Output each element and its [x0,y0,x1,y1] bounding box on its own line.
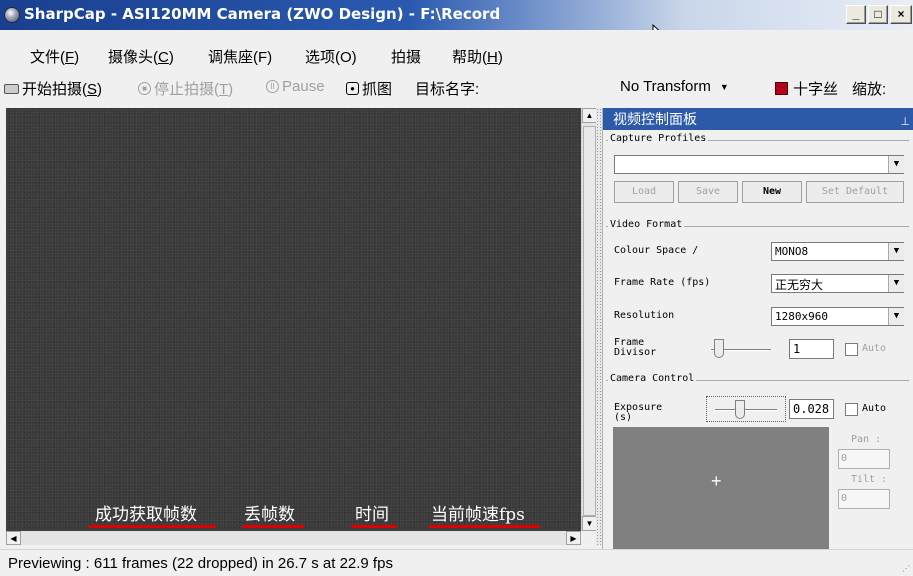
tilt-input[interactable]: 0 [838,489,890,509]
frame-divisor-input[interactable]: 1 [789,339,834,359]
exposure-auto-checkbox[interactable] [845,403,858,416]
toolbar: 开始拍摄(S) ■ 停止拍摄(T) II Pause ● 抓图 目标名字: No… [0,70,913,104]
menu-help[interactable]: 帮助(H) [452,46,503,67]
chevron-down-icon: ▼ [888,308,904,325]
camera-preview[interactable]: 成功获取帧数 丢帧数 时间 当前帧速fps [6,108,581,531]
video-camera-icon [4,83,19,94]
exposure-slider[interactable] [706,396,786,422]
stop-capture-button[interactable]: ■ 停止拍摄(T) [138,78,233,99]
current-fps-annotation: 当前帧速fps [431,505,525,525]
annotation-underline [89,525,216,528]
annotation-underline [351,525,397,528]
capture-profiles-group: Capture Profiles ▼ Load Save New Set Def… [606,133,909,212]
dropped-frames-annotation: 丢帧数 [244,505,295,525]
scroll-down-icon[interactable]: ▼ [582,516,597,531]
colour-space-label: Colour Space / [614,245,699,256]
preview-horizontal-scrollbar[interactable]: ◀ ▶ [6,531,581,545]
status-text: Previewing : 611 frames (22 dropped) in … [8,555,393,572]
frames-captured-annotation: 成功获取帧数 [95,505,197,525]
maximize-button[interactable]: □ [868,5,888,24]
sharpcap-app-icon[interactable] [4,7,20,23]
pan-label: Pan : [851,434,882,445]
frame-divisor-auto-checkbox[interactable] [845,343,858,356]
load-profile-button[interactable]: Load [614,181,674,203]
status-bar: Previewing : 611 frames (22 dropped) in … [0,549,913,576]
close-button[interactable]: × [890,5,912,24]
video-control-panel: 视频控制面板 ⊥ Capture Profiles ▼ Load Save Ne… [602,108,913,549]
crosshair-color-icon [775,82,788,95]
resize-grip-icon[interactable]: ⋰ [902,564,910,573]
menu-capture[interactable]: 拍摄 [391,46,421,67]
chevron-down-icon: ▼ [888,243,904,260]
capture-profile-select[interactable]: ▼ [614,155,904,174]
time-annotation: 时间 [355,505,389,525]
exposure-auto-label: Auto [862,403,887,414]
new-profile-button[interactable]: New [742,181,802,203]
target-name-label: 目标名字: [415,81,480,98]
pan-input[interactable]: 0 [838,449,890,469]
scroll-right-icon[interactable]: ▶ [566,531,581,545]
crosshair-button[interactable]: 十字丝 [775,78,838,99]
minimize-button[interactable]: _ [846,5,866,24]
menu-camera[interactable]: 摄像头(C) [108,46,174,67]
crosshair-plus-icon: + [711,471,722,491]
chevron-down-icon: ▼ [888,156,904,173]
frame-rate-label: Frame Rate (fps) [614,277,711,288]
start-capture-button[interactable]: 开始拍摄(S) [4,78,102,99]
scrollbar-thumb[interactable] [583,126,596,516]
exposure-slider-track[interactable] [715,409,777,411]
resolution-label: Resolution [614,310,675,321]
chevron-down-icon: ▼ [888,275,904,292]
preview-vertical-scrollbar[interactable]: ▲ ▼ [581,108,597,531]
annotation-underline [242,525,304,528]
stop-icon: ■ [138,82,151,95]
pause-button[interactable]: II Pause [266,78,325,95]
frame-divisor-auto-label: Auto [862,343,887,354]
dropdown-arrow-icon: ▼ [719,81,729,92]
annotation-underline [429,525,540,528]
pin-icon[interactable]: ⊥ [900,111,910,133]
frame-divisor-label: Frame Divisor [614,337,657,358]
zoom-label: 缩放: [852,81,887,98]
frame-rate-select[interactable]: 正无穷大 ▼ [771,274,904,293]
camera-icon: ● [346,82,359,95]
video-format-group: Video Format Colour Space / MONO8 ▼ Fram… [606,219,909,374]
title-bar[interactable]: SharpCap - ASI120MM Camera (ZWO Design) … [0,0,913,30]
capture-profiles-title: Capture Profiles [608,133,709,144]
menu-options[interactable]: 选项(O) [305,46,357,67]
scroll-up-icon[interactable]: ▲ [582,108,597,123]
menu-file[interactable]: 文件(F) [30,46,79,67]
menu-bar: 文件(F) 摄像头(C) 调焦座(F) 选项(O) 拍摄 帮助(H) [0,30,913,70]
menu-focuser[interactable]: 调焦座(F) [208,46,272,67]
tilt-label: Tilt : [851,474,888,485]
frame-divisor-slider-thumb[interactable] [714,339,724,358]
camera-control-title: Camera Control [608,373,697,384]
panel-title: 视频控制面板 ⊥ [603,108,913,130]
pause-icon: II [266,80,279,93]
exposure-input[interactable]: 0.028 [789,399,834,419]
scroll-left-icon[interactable]: ◀ [6,531,21,545]
transform-dropdown[interactable]: No Transform ▼ [620,78,729,95]
set-default-profile-button[interactable]: Set Default [806,181,904,203]
video-format-title: Video Format [608,219,685,230]
snapshot-button[interactable]: ● 抓图 [346,78,392,99]
resolution-select[interactable]: 1280x960 ▼ [771,307,904,326]
exposure-label: Exposure (s) [614,402,663,423]
pan-tilt-pad[interactable]: + [613,427,829,549]
colour-space-select[interactable]: MONO8 ▼ [771,242,904,261]
window-title: SharpCap - ASI120MM Camera (ZWO Design) … [24,5,501,23]
exposure-slider-thumb[interactable] [735,400,745,419]
save-profile-button[interactable]: Save [678,181,738,203]
